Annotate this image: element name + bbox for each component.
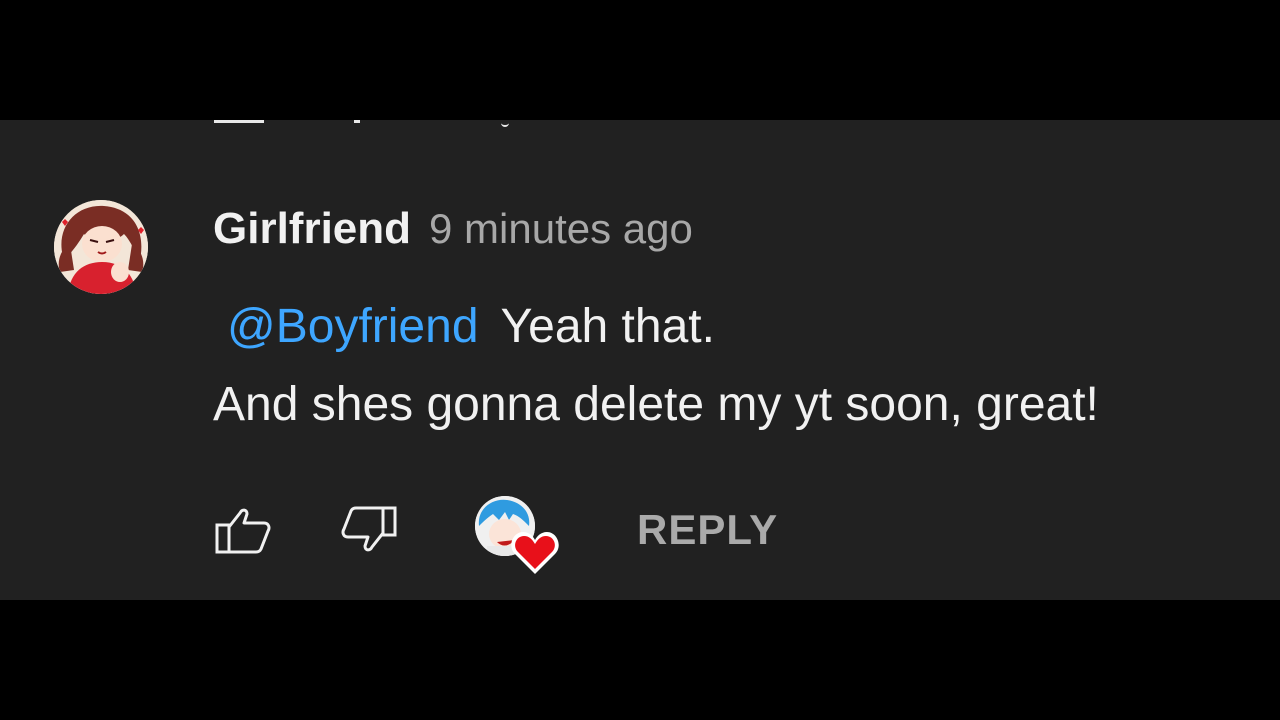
letterbox-bottom [0,600,1280,720]
comment-author[interactable]: Girlfriend [213,204,411,254]
heart-icon [511,532,559,574]
comment-timestamp[interactable]: 9 minutes ago [429,205,693,253]
mention-link[interactable]: @Boyfriend [227,300,479,353]
thumbs-down-icon [341,506,397,552]
thumbs-up-icon [215,508,271,554]
comment-header: Girlfriend 9 minutes ago [213,204,693,262]
previous-comment-actions-fragment [214,120,514,127]
comment-body: @Boyfriend Yeah that. And shes gonna dele… [213,288,1099,444]
comment-line-1: @Boyfriend Yeah that. [213,288,1099,366]
reply-button[interactable]: REPLY [637,500,778,560]
comment-text-line-1: Yeah that. [500,300,715,353]
avatar-image [54,200,148,294]
comment-text-line-2: And shes gonna delete my yt soon, great! [213,378,1099,431]
author-avatar[interactable] [54,200,148,294]
like-button[interactable] [213,502,273,558]
letterbox-top [0,0,1280,120]
comment-actions: REPLY [213,496,813,574]
comment-panel: Girlfriend 9 minutes ago @Boyfriend Yeah … [0,120,1280,600]
dislike-button[interactable] [339,502,399,558]
creator-heart[interactable] [475,496,565,582]
